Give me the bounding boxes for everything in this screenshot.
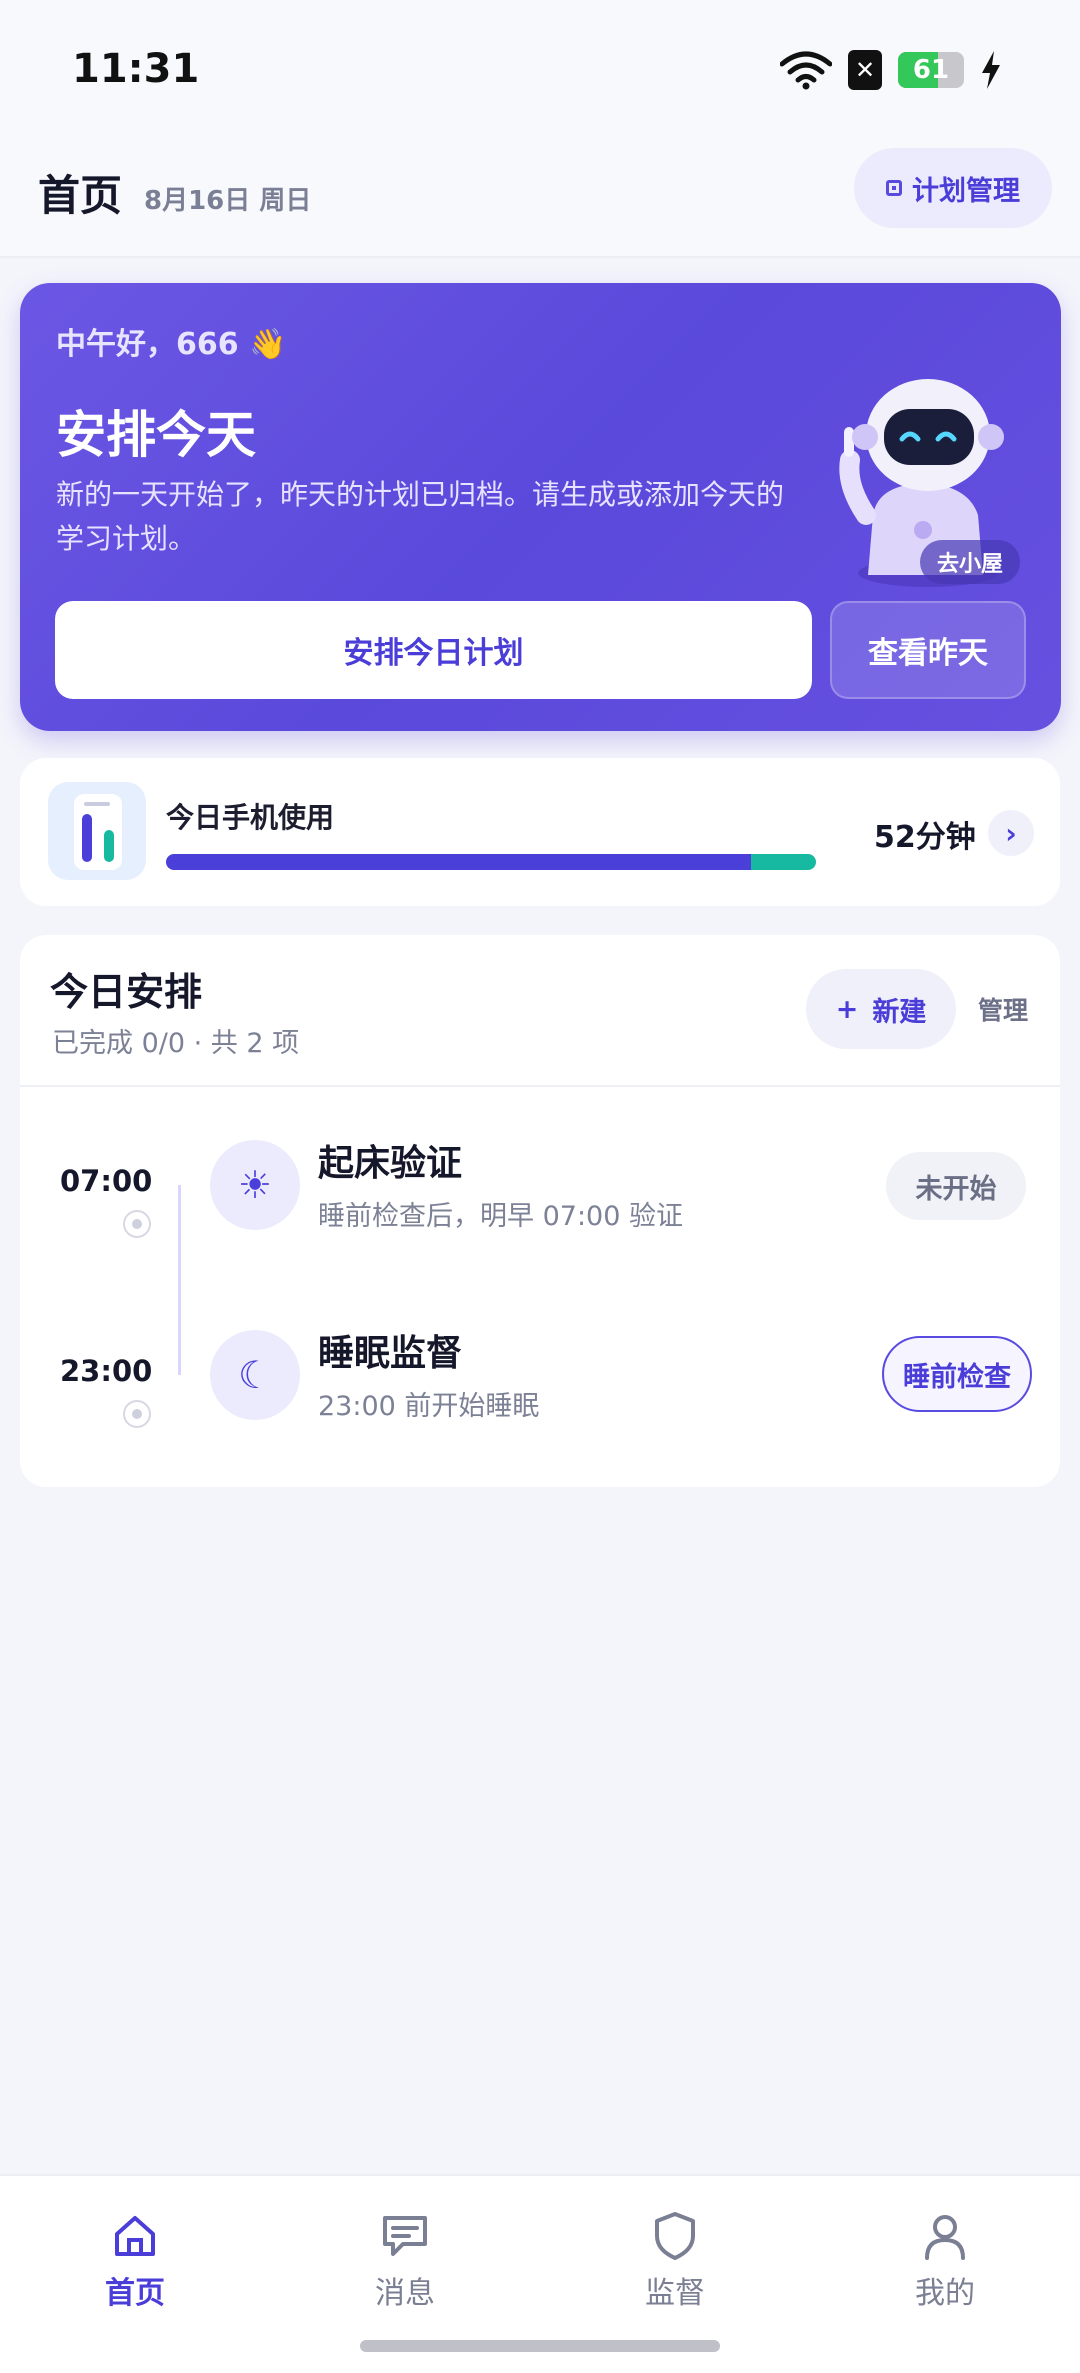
arrange-today-button[interactable]: 安排今日计划 — [55, 601, 812, 699]
status-bar: 11:31 ✕ 61 — [0, 0, 1080, 140]
battery-level: 61 — [912, 55, 950, 85]
usage-value: 52分钟 — [874, 820, 976, 855]
timeline-dot — [123, 1210, 151, 1238]
message-icon — [383, 2216, 427, 2256]
page-header: 首页 8月16日 周日 计划管理 — [0, 140, 1080, 258]
greeting-text: 中午好，666 👋 — [56, 327, 287, 362]
usage-secondary-segment — [751, 854, 816, 870]
usage-main-segment — [166, 854, 751, 870]
today-schedule-card: 今日安排 已完成 0/0 · 共 2 项 + 新建 管理 07:00 ☀ 起床验… — [20, 935, 1060, 1487]
usage-progress-bar — [166, 854, 816, 870]
timeline-dot — [123, 1400, 151, 1428]
new-item-button[interactable]: + 新建 — [806, 969, 956, 1049]
schedule-item-desc: 睡前检查后，明早 07:00 验证 — [318, 1201, 683, 1232]
schedule-title: 今日安排 — [50, 970, 203, 1014]
nav-item-supervise[interactable]: 监督 — [595, 2210, 755, 2312]
view-yesterday-button[interactable]: 查看昨天 — [830, 601, 1026, 699]
shield-icon — [655, 2212, 695, 2260]
schedule-item-desc: 23:00 前开始睡眠 — [318, 1391, 540, 1422]
nav-label-messages: 消息 — [375, 2276, 435, 2311]
nav-item-messages[interactable]: 消息 — [325, 2210, 485, 2312]
sim-missing-icon: ✕ — [848, 50, 882, 90]
home-indicator[interactable] — [360, 2340, 720, 2352]
header-date: 8月16日 周日 — [144, 186, 312, 216]
hero-title: 安排今天 — [56, 406, 256, 464]
usage-chart-icon — [48, 782, 146, 880]
home-icon — [115, 2216, 155, 2256]
plan-icon — [886, 180, 902, 196]
schedule-time: 23:00 — [60, 1354, 153, 1388]
nav-item-home[interactable]: 首页 — [55, 2210, 215, 2312]
usage-label: 今日手机使用 — [166, 801, 335, 834]
sun-icon: ☀ — [210, 1140, 300, 1230]
new-item-label: 新建 — [872, 996, 927, 1028]
charging-icon — [982, 51, 1000, 89]
plan-management-button[interactable]: 计划管理 — [854, 148, 1052, 228]
moon-icon: ☾ — [210, 1330, 300, 1420]
schedule-item-name[interactable]: 起床验证 — [318, 1134, 462, 1186]
divider — [20, 1085, 1060, 1087]
pre-sleep-check-button[interactable]: 睡前检查 — [882, 1336, 1032, 1412]
hero-description: 新的一天开始了，昨天的计划已归档。请生成或添加今天的学习计划。 — [56, 478, 785, 555]
manage-link[interactable]: 管理 — [978, 991, 1028, 1027]
timeline-line — [178, 1185, 181, 1375]
schedule-item-name[interactable]: 睡眠监督 — [318, 1324, 462, 1376]
hero-card: 中午好，666 👋 安排今天 新的一天开始了，昨天的计划已归档。请生成或添加今天… — [20, 283, 1061, 731]
status-badge: 未开始 — [886, 1152, 1026, 1220]
wifi-icon — [780, 51, 832, 90]
nav-item-profile[interactable]: 我的 — [865, 2210, 1025, 2312]
schedule-time: 07:00 — [60, 1164, 153, 1198]
person-icon — [925, 2215, 965, 2260]
battery-icon: 61 — [898, 52, 964, 88]
page-title: 首页 — [38, 171, 123, 220]
status-time: 11:31 — [72, 46, 200, 92]
nav-label-home: 首页 — [105, 2276, 165, 2311]
plan-management-label: 计划管理 — [912, 175, 1020, 207]
plus-icon: + — [835, 993, 859, 1025]
schedule-subtitle: 已完成 0/0 · 共 2 项 — [52, 1028, 300, 1059]
go-house-tag[interactable]: 去小屋 — [920, 540, 1020, 584]
status-icons: ✕ 61 — [780, 50, 1002, 90]
chevron-right-icon[interactable]: › — [988, 810, 1034, 856]
phone-usage-card[interactable]: 今日手机使用 52分钟 › — [20, 758, 1060, 906]
nav-label-supervise: 监督 — [645, 2276, 705, 2311]
nav-label-profile: 我的 — [915, 2276, 975, 2311]
